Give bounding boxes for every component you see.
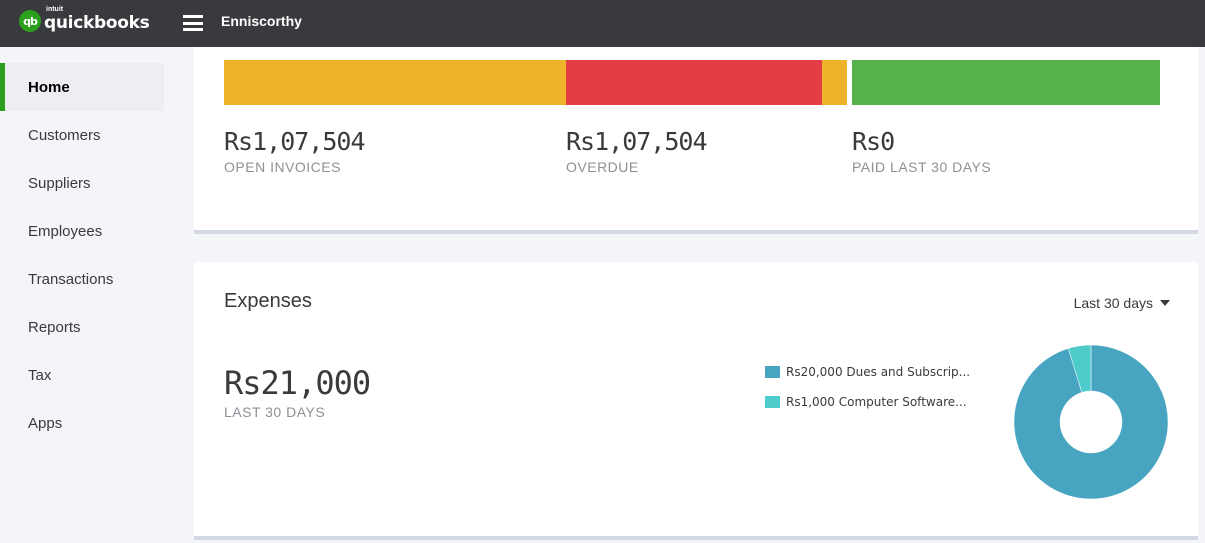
expenses-card: Expenses Last 30 days Rs21,000 LAST 30 D… xyxy=(194,262,1198,540)
caret-down-icon xyxy=(1160,300,1170,306)
expenses-total-label: LAST 30 DAYS xyxy=(224,404,326,420)
legend-label: Rs20,000 Dues and Subscrip... xyxy=(786,365,971,379)
company-name: Enniscorthy xyxy=(221,13,302,29)
sidebar-item-tax[interactable]: Tax xyxy=(0,351,164,399)
legend-item-dues[interactable]: Rs20,000 Dues and Subscrip... xyxy=(765,363,970,381)
expenses-donut-chart xyxy=(1013,344,1169,500)
legend-swatch xyxy=(765,396,780,408)
date-range-value: Last 30 days xyxy=(1073,295,1153,311)
top-bar: qb intuit quickbooks Enniscorthy xyxy=(0,0,1205,47)
logo-quickbooks-text: quickbooks xyxy=(44,13,150,33)
sidebar-item-transactions[interactable]: Transactions xyxy=(0,255,164,303)
qb-logo-icon: qb xyxy=(19,10,41,32)
logo-intuit-text: intuit xyxy=(46,6,64,13)
overdue-label: OVERDUE xyxy=(566,159,639,175)
sidebar-item-home[interactable]: Home xyxy=(0,63,164,111)
legend-swatch xyxy=(765,366,780,378)
paid-label: PAID LAST 30 DAYS xyxy=(852,159,992,175)
paid-value: Rs0 xyxy=(852,127,895,156)
sidebar-item-suppliers[interactable]: Suppliers xyxy=(0,159,164,207)
sidebar-item-employees[interactable]: Employees xyxy=(0,207,164,255)
legend-item-software[interactable]: Rs1,000 Computer Software... xyxy=(765,393,970,411)
expenses-legend: Rs20,000 Dues and Subscrip... Rs1,000 Co… xyxy=(765,363,970,423)
sidebar-item-reports[interactable]: Reports xyxy=(0,303,164,351)
hamburger-menu-icon[interactable] xyxy=(183,15,203,31)
quickbooks-logo[interactable]: qb intuit quickbooks xyxy=(19,6,150,33)
invoices-card: Rs1,07,504 OPEN INVOICES Rs1,07,504 OVER… xyxy=(194,47,1198,234)
open-invoices-bar[interactable] xyxy=(224,60,566,105)
paid-metric[interactable]: Rs0 PAID LAST 30 DAYS xyxy=(852,127,991,175)
sidebar: Home Customers Suppliers Employees Trans… xyxy=(0,47,194,543)
overdue-value: Rs1,07,504 xyxy=(566,127,708,156)
sidebar-item-apps[interactable]: Apps xyxy=(0,399,164,447)
overdue-bar[interactable] xyxy=(566,60,822,105)
expenses-title: Expenses xyxy=(224,290,312,312)
date-range-dropdown[interactable]: Last 30 days xyxy=(1074,295,1170,311)
sidebar-item-customers[interactable]: Customers xyxy=(0,111,164,159)
not-due-bar[interactable] xyxy=(822,60,847,105)
open-invoices-value: Rs1,07,504 xyxy=(224,127,366,156)
open-invoices-metric[interactable]: Rs1,07,504 OPEN INVOICES xyxy=(224,127,366,175)
logo-wordmark: intuit quickbooks xyxy=(44,6,150,33)
expenses-total-value: Rs21,000 xyxy=(224,364,371,402)
expenses-total[interactable]: Rs21,000 LAST 30 DAYS xyxy=(224,364,371,420)
open-invoices-label: OPEN INVOICES xyxy=(224,159,341,175)
legend-label: Rs1,000 Computer Software... xyxy=(786,395,967,409)
overdue-metric[interactable]: Rs1,07,504 OVERDUE xyxy=(566,127,708,175)
paid-bar[interactable] xyxy=(852,60,1160,105)
